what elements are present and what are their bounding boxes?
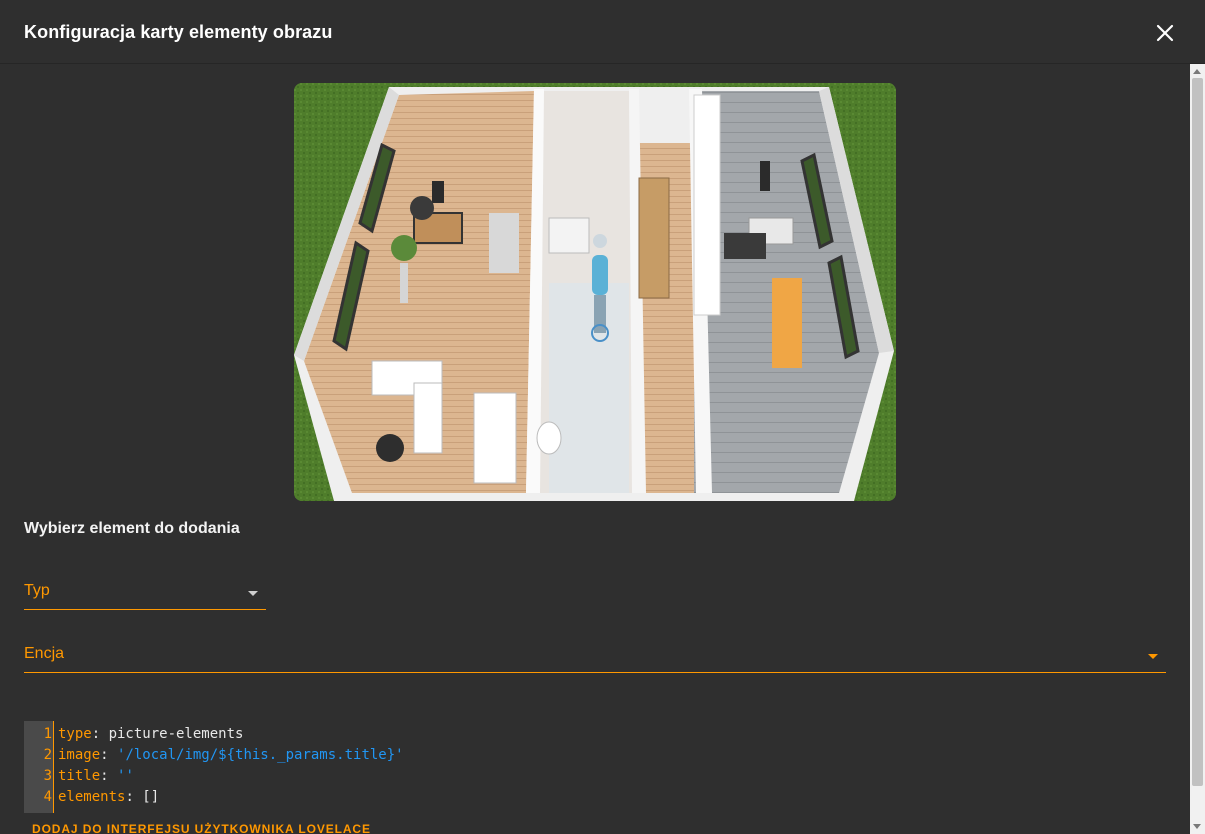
- close-icon[interactable]: [1151, 19, 1179, 47]
- code-key: elements: [58, 789, 126, 805]
- code-value: '/local/img/${this._params.title}': [117, 747, 404, 763]
- scroll-down-arrow-icon[interactable]: [1193, 824, 1201, 829]
- entity-select[interactable]: Encja: [24, 639, 1166, 673]
- dialog-content: Wybierz element do dodania Typ Encja 1 2…: [0, 64, 1190, 834]
- code-line[interactable]: title: '': [58, 766, 134, 787]
- code-separator: :: [91, 726, 109, 742]
- line-number: 1: [43, 726, 52, 742]
- section-title: Wybierz element do dodania: [24, 520, 240, 537]
- yaml-code-editor[interactable]: 1 2 3 4 type: picture-elements image: '/…: [24, 721, 1166, 813]
- code-key: title: [58, 768, 101, 784]
- code-separator: :: [125, 789, 143, 805]
- code-value: '': [117, 768, 134, 784]
- chevron-down-icon: [1148, 654, 1158, 659]
- entity-select-label: Encja: [24, 645, 65, 662]
- scrollbar-thumb[interactable]: [1192, 78, 1203, 786]
- chevron-down-icon: [248, 591, 258, 596]
- code-value: []: [142, 789, 160, 805]
- add-to-lovelace-button[interactable]: DODAJ DO INTERFEJSU UŻYTKOWNIKA LOVELACE: [32, 822, 371, 834]
- dialog-header: Konfiguracja karty elementy obrazu: [0, 0, 1205, 64]
- line-number: 3: [43, 768, 52, 784]
- code-key: type: [58, 726, 92, 742]
- code-line[interactable]: type: picture-elements: [58, 724, 243, 745]
- code-separator: :: [100, 747, 118, 763]
- code-line[interactable]: image: '/local/img/${this._params.title}…: [58, 745, 404, 766]
- line-number: 2: [43, 747, 52, 763]
- code-key: image: [58, 747, 101, 763]
- code-separator: :: [100, 768, 118, 784]
- code-value: picture-elements: [108, 726, 244, 742]
- type-select-label: Typ: [24, 582, 50, 599]
- code-line[interactable]: elements: []: [58, 787, 159, 808]
- line-number: 4: [43, 789, 52, 805]
- vertical-scrollbar[interactable]: [1190, 64, 1205, 834]
- scroll-up-arrow-icon[interactable]: [1193, 69, 1201, 74]
- dialog-title: Konfiguracja karty elementy obrazu: [24, 22, 333, 42]
- line-number-gutter: 1 2 3 4: [24, 721, 54, 813]
- floorplan-image: [294, 83, 896, 501]
- type-select[interactable]: Typ: [24, 576, 266, 610]
